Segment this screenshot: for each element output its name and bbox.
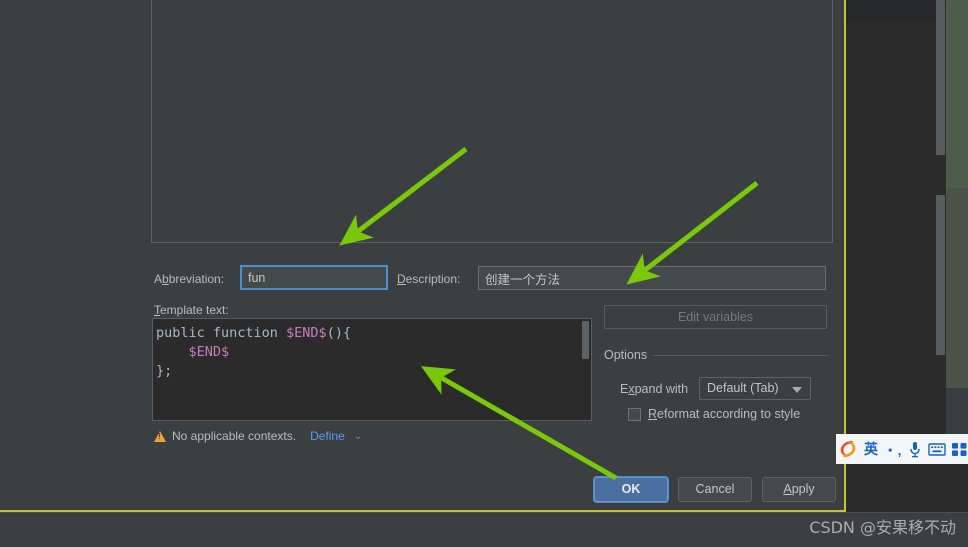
template-code[interactable]: public function $END$(){ $END$ };: [153, 319, 591, 381]
expand-with-value: Default (Tab): [707, 381, 779, 395]
warning-triangle-icon: [154, 430, 166, 442]
ide-lower-panel-inner: [846, 190, 946, 450]
csdn-watermark: CSDN @安果移不动: [809, 518, 956, 537]
sogou-logo-icon[interactable]: [838, 437, 858, 461]
expand-with-label: Expand with: [620, 382, 689, 396]
chevron-down-icon[interactable]: ⌄: [354, 431, 362, 442]
ide-side-panel-upper: [946, 0, 968, 148]
reformat-option-row[interactable]: Reformat according to style: [628, 407, 800, 421]
apply-button[interactable]: Apply: [762, 477, 836, 502]
edit-variables-button[interactable]: Edit variables: [604, 305, 827, 329]
template-group-tree[interactable]: › Zen HTML › Zen XSL: [151, 0, 833, 243]
microphone-icon[interactable]: [906, 437, 924, 461]
ime-language-mode[interactable]: 英: [862, 437, 880, 461]
code-line-1-variable: $END$: [286, 325, 327, 341]
reformat-checkbox[interactable]: [628, 407, 641, 421]
template-editor-scrollbar-thumb[interactable]: [582, 321, 589, 359]
ime-punctuation-toggle[interactable]: ・,: [884, 437, 902, 461]
template-text-editor[interactable]: public function $END$(){ $END$ };: [152, 318, 592, 421]
abbreviation-input[interactable]: [240, 265, 388, 290]
apps-grid-icon[interactable]: [950, 437, 968, 461]
abbreviation-label: Abbreviation:: [154, 272, 225, 286]
code-line-2-prefix: [156, 344, 189, 360]
cancel-button[interactable]: Cancel: [678, 477, 752, 502]
reformat-label: Reformat according to style: [648, 407, 801, 421]
keyboard-icon[interactable]: [928, 437, 946, 461]
ide-scrollbar-thumb[interactable]: [936, 0, 945, 155]
code-line-3-prefix: };: [156, 363, 173, 379]
chevron-down-icon[interactable]: [792, 387, 802, 393]
code-line-2-variable: $END$: [188, 344, 230, 360]
define-link[interactable]: Define: [310, 429, 345, 443]
ide-side-panel-lower: [946, 148, 968, 188]
expand-with-select[interactable]: Default (Tab): [699, 377, 811, 400]
code-line-1-suffix: (){: [326, 325, 352, 341]
ok-button[interactable]: OK: [594, 477, 668, 502]
options-section-title: Options: [604, 348, 654, 362]
ime-toolbar[interactable]: 英 ・,: [836, 434, 968, 464]
description-label: Description:: [397, 272, 461, 286]
context-status-row: No applicable contexts. Define ⌄: [154, 429, 362, 443]
template-text-label: Template text:: [154, 303, 229, 317]
code-line-1-prefix: public function: [156, 325, 287, 341]
description-input[interactable]: [478, 266, 826, 290]
ide-scrollbar-thumb-lower[interactable]: [936, 195, 945, 355]
ide-editor-tab[interactable]: [846, 0, 940, 21]
ide-right-strip: [946, 188, 968, 388]
live-template-dialog: › Zen HTML › Zen XSL Abbreviation: Descr…: [0, 0, 846, 512]
context-warning-text: No applicable contexts.: [172, 429, 297, 443]
